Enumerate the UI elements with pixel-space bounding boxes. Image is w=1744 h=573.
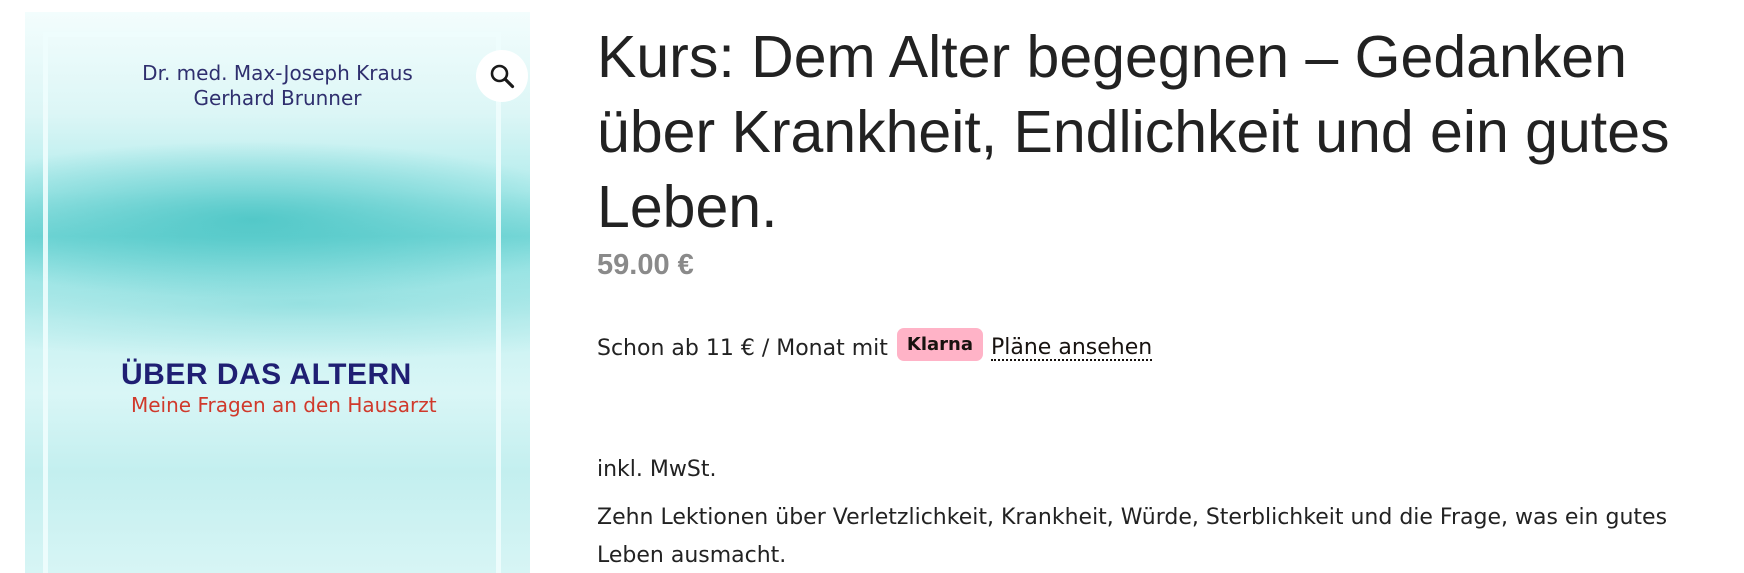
product-summary: Kurs: Dem Alter begegnen – Gedanken über… <box>597 20 1717 568</box>
klarna-plans-link[interactable]: Pläne ansehen <box>991 336 1153 361</box>
product-title: Kurs: Dem Alter begegnen – Gedanken über… <box>597 24 1670 240</box>
klarna-promo: Schon ab 11 € / Monat mit Klarna Pläne a… <box>597 328 1153 365</box>
magnifier-icon <box>490 64 515 89</box>
cover-author: Dr. med. Max-Joseph Kraus <box>142 61 413 85</box>
cover-author: Gerhard Brunner <box>193 86 362 110</box>
klarna-prefix: Schon ab 11 € / Monat mit <box>597 336 888 361</box>
cover-frame <box>43 32 501 573</box>
product-image[interactable]: Dr. med. Max-Joseph Kraus Gerhard Brunne… <box>25 12 530 573</box>
cover-title: ÜBER DAS ALTERN <box>121 358 412 391</box>
tax-note: inkl. MwSt. <box>597 457 717 482</box>
cover-subtitle: Meine Fragen an den Hausarzt <box>131 393 437 417</box>
product-price: 59.00 € <box>597 249 694 281</box>
product-page: Dr. med. Max-Joseph Kraus Gerhard Brunne… <box>0 0 1744 573</box>
image-zoom-button[interactable] <box>476 50 528 102</box>
cover-authors: Dr. med. Max-Joseph Kraus Gerhard Brunne… <box>25 61 530 111</box>
klarna-logo: Klarna <box>896 328 983 361</box>
short-description: Zehn Lektionen über Verletzlichkeit, Kra… <box>597 505 1668 568</box>
